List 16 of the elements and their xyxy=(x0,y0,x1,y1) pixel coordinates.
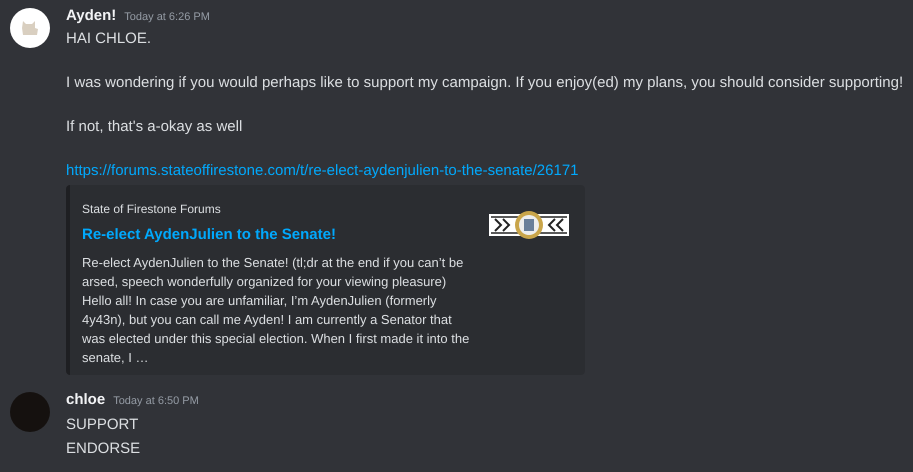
message-text: SUPPORT xyxy=(66,415,140,435)
link[interactable]: https://forums.stateoffirestone.com/t/re-elect-aydenjulien-to-the-senate/26171 xyxy=(66,160,904,182)
timestamp: Today at 6:50 PM xyxy=(113,394,199,409)
embed-provider[interactable]: State of Firestone Forums xyxy=(82,201,473,217)
username[interactable]: chloe xyxy=(66,389,106,411)
forum-logo-icon xyxy=(489,209,569,241)
embed-title[interactable]: Re-elect AydenJulien to the Senate! xyxy=(82,225,473,245)
message-text: I was wondering if you would perhaps like to support my campaign. If you enjoy(ed) my plans, you should consider supporting! xyxy=(66,73,904,93)
message-text: HAI CHLOE. xyxy=(66,29,152,49)
timestamp: Today at 6:26 PM xyxy=(124,10,210,25)
username[interactable]: Ayden! xyxy=(66,5,116,27)
cat-icon xyxy=(20,19,40,37)
message-text: If not, that's a-okay as well xyxy=(66,117,244,137)
avatar[interactable] xyxy=(10,8,50,48)
message-text: ENDORSE xyxy=(66,439,142,459)
embed-description: Re-elect AydenJulien to the Senate! (tl;dr at the end if you can’t be arsed, speech wonderfully organized for your viewing pleasure) Hello all! In case you are unfamiliar, I’m AydenJulien (formerly 4y43n), but you can call me Ayden! I am currently a Senator that was elected under this special election. When I first made it into the senate, I … xyxy=(82,254,470,367)
